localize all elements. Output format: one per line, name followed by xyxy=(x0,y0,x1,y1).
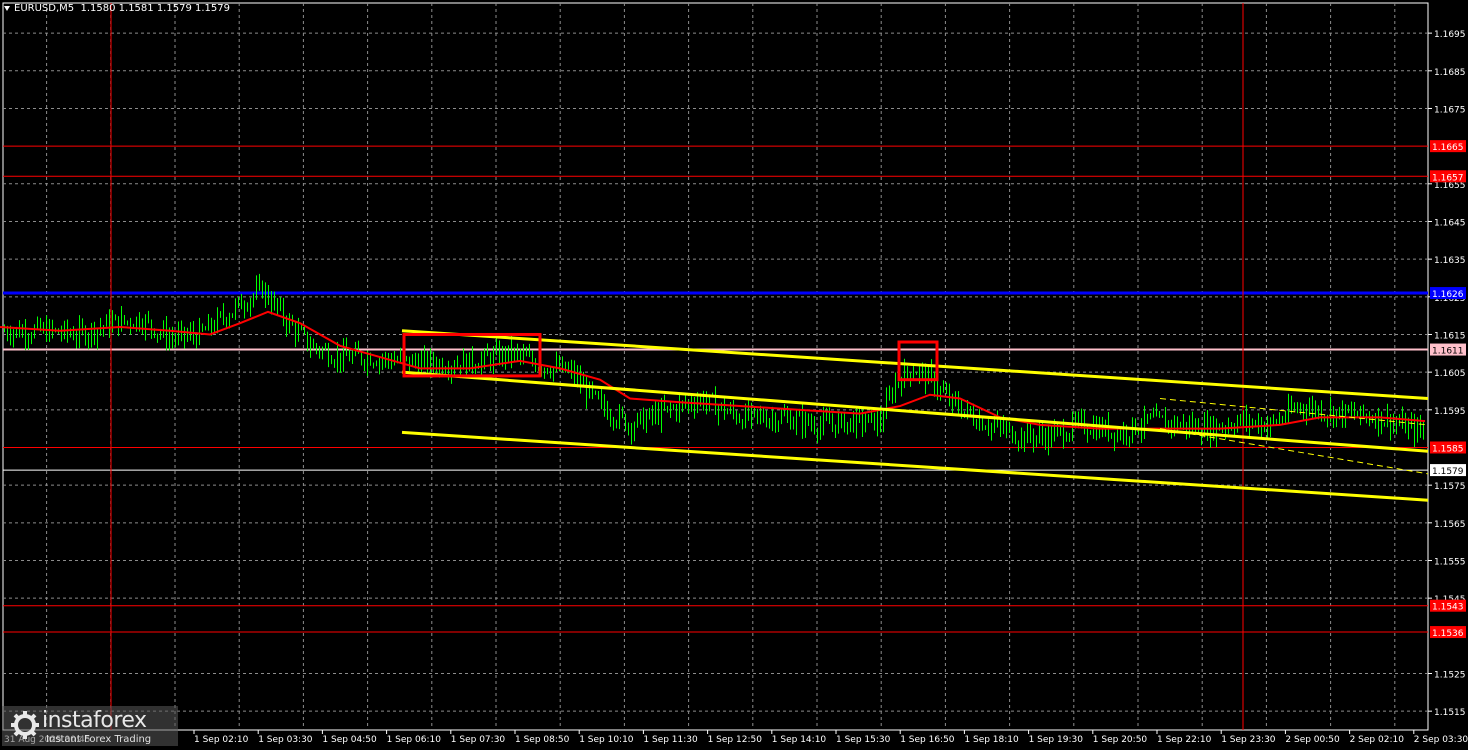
instaforex-logo-icon xyxy=(11,711,39,739)
plot-frame xyxy=(2,2,1429,731)
y-tick-label: 1.1685 xyxy=(1434,68,1466,78)
y-tick-label: 1.1635 xyxy=(1434,256,1466,266)
x-tick-label: 2 Sep 02:10 xyxy=(1350,735,1405,745)
y-tick-label: 1.1695 xyxy=(1434,30,1466,40)
x-tick-label: 1 Sep 10:10 xyxy=(579,735,634,745)
chart-header: EURUSD,M5 1.1580 1.1581 1.1579 1.1579 xyxy=(4,3,230,14)
x-tick-label: 1 Sep 22:10 xyxy=(1157,735,1212,745)
x-tick-label: 1 Sep 18:10 xyxy=(964,735,1019,745)
y-tick-label: 1.1515 xyxy=(1434,708,1466,718)
level-price-label: 1.1657 xyxy=(1432,173,1464,183)
y-tick-label: 1.1525 xyxy=(1434,670,1466,680)
x-tick-label: 1 Sep 16:50 xyxy=(900,735,955,745)
y-tick-label: 1.1565 xyxy=(1434,520,1466,530)
x-tick-label: 2 Sep 03:30 xyxy=(1414,735,1468,745)
level-price-label: 1.1665 xyxy=(1432,143,1464,153)
y-tick-label: 1.1605 xyxy=(1434,369,1466,379)
watermark-tagline: Instant Forex Trading xyxy=(46,734,152,745)
level-price-label: 1.1611 xyxy=(1432,347,1464,357)
x-tick-label: 1 Sep 02:10 xyxy=(194,735,249,745)
y-tick-label: 1.1645 xyxy=(1434,218,1466,228)
x-tick-label: 1 Sep 15:30 xyxy=(836,735,891,745)
level-price-label: 1.1579 xyxy=(1432,467,1464,477)
ohlc-readout: 1.1580 1.1581 1.1579 1.1579 xyxy=(80,3,230,14)
symbol-label: EURUSD,M5 xyxy=(14,3,75,14)
y-tick-label: 1.1675 xyxy=(1434,105,1466,115)
x-tick-label: 1 Sep 07:30 xyxy=(451,735,506,745)
x-tick-label: 2 Sep 00:50 xyxy=(1285,735,1340,745)
level-price-label: 1.1543 xyxy=(1432,603,1464,613)
x-tick-label: 1 Sep 14:10 xyxy=(772,735,827,745)
x-tick-label: 1 Sep 19:30 xyxy=(1029,735,1084,745)
level-price-label: 1.1536 xyxy=(1432,629,1464,639)
level-price-label: 1.1626 xyxy=(1432,290,1464,300)
x-tick-label: 1 Sep 20:50 xyxy=(1093,735,1148,745)
level-price-label: 1.1585 xyxy=(1432,444,1464,454)
x-tick-label: 1 Sep 08:50 xyxy=(515,735,570,745)
x-tick-label: 1 Sep 23:30 xyxy=(1221,735,1276,745)
instaforex-watermark: instaforex Instant Forex Trading xyxy=(2,706,178,746)
price-chart[interactable]: 1.16951.16851.16751.16551.16451.16351.16… xyxy=(0,0,1468,750)
y-tick-label: 1.1555 xyxy=(1434,557,1466,567)
collapse-triangle-icon[interactable] xyxy=(4,5,10,11)
y-tick-label: 1.1615 xyxy=(1434,331,1466,341)
x-tick-label: 1 Sep 04:50 xyxy=(322,735,377,745)
x-tick-label: 1 Sep 06:10 xyxy=(387,735,442,745)
watermark-brand: instaforex xyxy=(42,708,147,733)
y-tick-label: 1.1575 xyxy=(1434,482,1466,492)
x-tick-label: 1 Sep 12:50 xyxy=(708,735,763,745)
x-tick-label: 1 Sep 11:30 xyxy=(643,735,698,745)
y-tick-label: 1.1595 xyxy=(1434,407,1466,417)
x-tick-label: 1 Sep 03:30 xyxy=(258,735,313,745)
